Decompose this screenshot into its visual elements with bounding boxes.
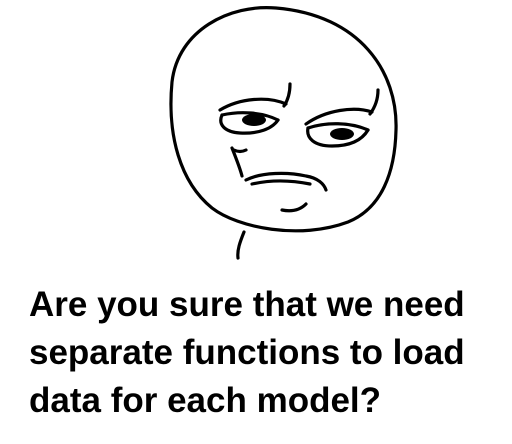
meme-caption: Are you sure that we need separate funct… [29,281,504,425]
rage-face-icon [169,6,398,260]
right-pupil [330,128,354,140]
head-outline [169,6,398,233]
caption-line-2: separate functions to load [29,333,465,372]
chin-line [280,202,308,213]
left-pupil [242,114,266,126]
right-eyebrow [304,107,374,126]
left-eyebrow [218,97,288,112]
neck [236,230,246,260]
caption-line-1: Are you sure that we need [29,285,465,324]
caption-line-3: data for each model? [29,381,382,420]
